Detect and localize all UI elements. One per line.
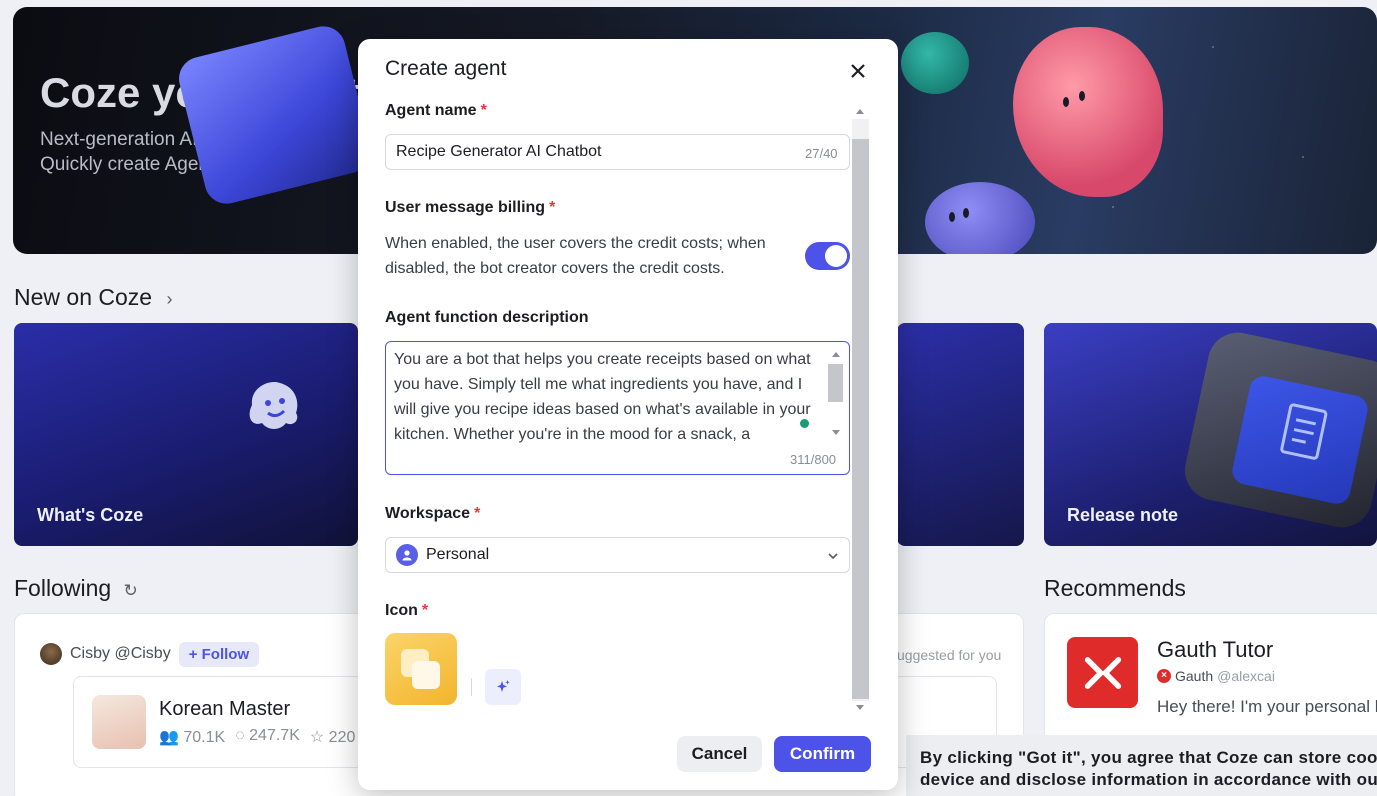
modal-scroll-thumb[interactable] [852, 139, 869, 699]
agent-icon-preview[interactable] [385, 633, 457, 705]
create-agent-modal: Create agent Agent name * Recipe Generato… [358, 39, 898, 790]
sparkle-icon[interactable] [485, 669, 521, 705]
person-icon [396, 544, 418, 566]
status-dot-icon [800, 419, 809, 428]
agent-name-counter: 27/40 [805, 146, 838, 161]
workspace-select[interactable]: Personal [385, 537, 850, 573]
billing-toggle[interactable] [805, 242, 850, 270]
agent-name-label: Agent name * [385, 102, 487, 119]
icon-divider [471, 678, 472, 696]
icon-label: Icon * [385, 602, 429, 619]
billing-label: User message billing * [385, 199, 556, 216]
confirm-button[interactable]: Confirm [774, 736, 871, 772]
close-icon[interactable] [846, 59, 870, 83]
description-textarea[interactable]: You are a bot that helps you create rece… [385, 341, 850, 475]
description-scrollbar[interactable] [826, 348, 844, 440]
description-counter: 311/800 [790, 452, 837, 467]
cancel-button[interactable]: Cancel [677, 736, 762, 772]
agent-name-value: Recipe Generator AI Chatbot [396, 143, 602, 160]
workspace-label: Workspace * [385, 505, 481, 522]
agent-name-input[interactable]: Recipe Generator AI Chatbot [385, 134, 850, 170]
modal-scrollbar[interactable] [850, 103, 870, 717]
description-value: You are a bot that helps you create rece… [394, 351, 811, 443]
description-label: Agent function description [385, 309, 589, 326]
billing-description: When enabled, the user covers the credit… [385, 235, 766, 277]
modal-title: Create agent [385, 57, 507, 80]
chevron-down-icon [827, 549, 839, 567]
toggle-knob [825, 245, 847, 267]
workspace-value: Personal [426, 546, 490, 563]
description-scroll-thumb[interactable] [828, 364, 843, 402]
